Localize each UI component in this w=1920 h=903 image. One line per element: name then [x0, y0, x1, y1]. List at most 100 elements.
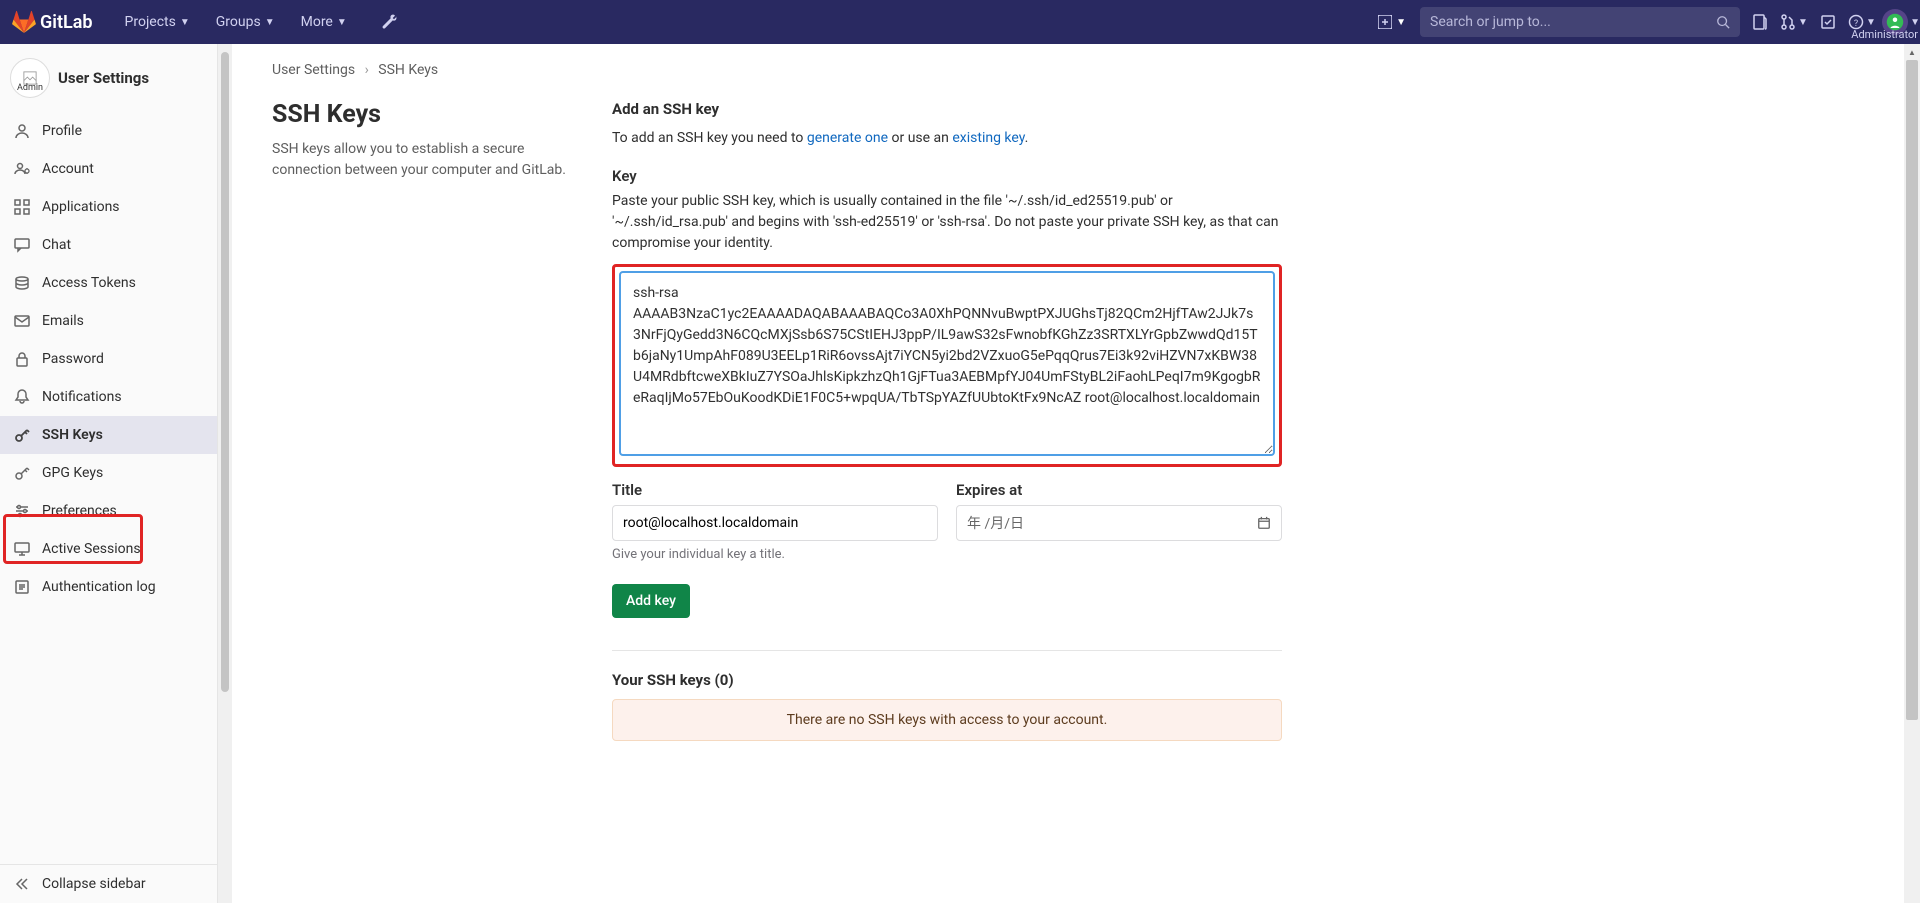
- scrollbar-thumb[interactable]: [221, 52, 229, 692]
- sidebar-header: Admin User Settings: [0, 44, 217, 112]
- create-new-dropdown[interactable]: ▼: [1370, 11, 1414, 33]
- collapse-label: Collapse sidebar: [42, 876, 146, 892]
- sidebar-item-label: Authentication log: [42, 579, 156, 595]
- breadcrumb-parent[interactable]: User Settings: [272, 62, 355, 78]
- plus-square-icon: [1378, 15, 1392, 29]
- sidebar-item-password[interactable]: Password: [0, 340, 217, 378]
- list-icon: [14, 579, 30, 595]
- todos-shortcut[interactable]: [1814, 14, 1842, 30]
- chevron-down-icon: ▼: [265, 17, 275, 28]
- nav-groups[interactable]: Groups ▼: [206, 8, 285, 36]
- user-icon: [14, 123, 30, 139]
- admin-wrench-button[interactable]: [371, 8, 407, 36]
- chevron-down-icon: ▼: [180, 17, 190, 28]
- sidebar-item-label: Emails: [42, 313, 84, 329]
- search-input[interactable]: [1430, 14, 1708, 30]
- brand-text: GitLab: [40, 12, 93, 33]
- expires-field: Expires at 年 /月/日: [956, 481, 1282, 562]
- title-help: Give your individual key a title.: [612, 547, 938, 562]
- chevron-down-icon: ▼: [337, 17, 347, 28]
- keys-list-heading: Your SSH keys (0): [612, 671, 1282, 689]
- sidebar-item-gpg-keys[interactable]: GPG Keys: [0, 454, 217, 492]
- date-placeholder: 年 /月/日: [967, 513, 1024, 533]
- chevron-down-icon: ▼: [1798, 17, 1808, 28]
- topbar: GitLab Projects ▼ Groups ▼ More ▼ ▼: [0, 0, 1920, 44]
- issues-icon: [1752, 14, 1768, 30]
- sidebar-item-profile[interactable]: Profile: [0, 112, 217, 150]
- title-field: Title Give your individual key a title.: [612, 481, 938, 562]
- sidebar-item-ssh-keys[interactable]: SSH Keys: [0, 416, 217, 454]
- sidebar-item-chat[interactable]: Chat: [0, 226, 217, 264]
- user-label: Administrator: [1851, 28, 1918, 41]
- page-description: SSH keys allow you to establish a secure…: [272, 139, 572, 181]
- sidebar-item-label: SSH Keys: [42, 427, 103, 443]
- mail-icon: [14, 313, 30, 329]
- sidebar-item-notifications[interactable]: Notifications: [0, 378, 217, 416]
- merge-request-icon: [1780, 14, 1796, 30]
- issues-shortcut[interactable]: [1746, 14, 1774, 30]
- chevron-down-icon: ▼: [1910, 17, 1920, 28]
- sidebar-title: User Settings: [58, 69, 149, 87]
- search-box[interactable]: [1420, 7, 1740, 37]
- page-header: SSH Keys SSH keys allow you to establish…: [272, 100, 572, 741]
- title-input[interactable]: [612, 505, 938, 541]
- key-label: Key: [612, 167, 1282, 185]
- chevron-down-icon: ▼: [1866, 17, 1876, 28]
- sidebar-item-preferences[interactable]: Preferences: [0, 492, 217, 530]
- ssh-key-textarea[interactable]: [619, 271, 1275, 456]
- sidebar-item-label: Preferences: [42, 503, 117, 519]
- sidebar-items: Profile Account Applications Chat Access…: [0, 112, 217, 864]
- lock-icon: [14, 351, 30, 367]
- breadcrumb-current: SSH Keys: [378, 62, 438, 78]
- sidebar-item-applications[interactable]: Applications: [0, 188, 217, 226]
- add-key-heading: Add an SSH key: [612, 100, 1282, 118]
- sidebar-item-account[interactable]: Account: [0, 150, 217, 188]
- nav-more[interactable]: More ▼: [291, 8, 357, 36]
- wrench-icon: [381, 14, 397, 30]
- generate-link[interactable]: generate one: [807, 130, 888, 146]
- collapse-sidebar-button[interactable]: Collapse sidebar: [0, 864, 217, 903]
- bell-icon: [14, 389, 30, 405]
- topbar-right: ▼ ▼ ? ▼ ▼: [1370, 7, 1908, 37]
- apps-icon: [14, 199, 30, 215]
- topbar-left: GitLab Projects ▼ Groups ▼ More ▼: [12, 8, 407, 36]
- sidebar-item-label: Notifications: [42, 389, 122, 405]
- sidebar-scrollbar[interactable]: [218, 44, 232, 903]
- chevron-double-left-icon: [14, 876, 30, 892]
- sidebar-item-label: Password: [42, 351, 104, 367]
- intro-text: To add an SSH key you need to: [612, 130, 807, 146]
- scroll-up-icon[interactable]: ▲: [1904, 44, 1920, 60]
- sidebar-item-label: Applications: [42, 199, 120, 215]
- nav-groups-label: Groups: [216, 14, 261, 30]
- chat-icon: [14, 237, 30, 253]
- expires-input[interactable]: 年 /月/日: [956, 505, 1282, 541]
- divider: [612, 650, 1282, 651]
- empty-keys-alert: There are no SSH keys with access to you…: [612, 699, 1282, 741]
- expires-label: Expires at: [956, 481, 1282, 499]
- sidebar-item-access-tokens[interactable]: Access Tokens: [0, 264, 217, 302]
- intro-text: .: [1025, 130, 1029, 146]
- sidebar-avatar-alt: Admin: [17, 83, 43, 93]
- monitor-icon: [14, 541, 30, 557]
- nav-more-label: More: [301, 14, 333, 30]
- chevron-down-icon: ▼: [1396, 17, 1406, 28]
- form-column: Add an SSH key To add an SSH key you nee…: [612, 100, 1282, 741]
- sidebar-item-auth-log[interactable]: Authentication log: [0, 568, 217, 606]
- existing-key-link[interactable]: existing key: [952, 130, 1024, 146]
- sidebar-item-emails[interactable]: Emails: [0, 302, 217, 340]
- page-scrollbar[interactable]: ▲: [1904, 44, 1920, 903]
- sidebar-item-label: Chat: [42, 237, 71, 253]
- scrollbar-thumb[interactable]: [1906, 60, 1918, 720]
- sidebar-item-active-sessions[interactable]: Active Sessions: [0, 530, 217, 568]
- sidebar-item-label: Account: [42, 161, 94, 177]
- merge-requests-shortcut[interactable]: ▼: [1780, 14, 1808, 30]
- sidebar-item-label: Active Sessions: [42, 541, 141, 557]
- add-key-button[interactable]: Add key: [612, 584, 690, 618]
- nav-projects[interactable]: Projects ▼: [115, 8, 200, 36]
- add-key-intro: To add an SSH key you need to generate o…: [612, 128, 1282, 149]
- gitlab-icon: [12, 10, 36, 34]
- key-icon: [14, 427, 30, 443]
- sidebar-item-label: GPG Keys: [42, 465, 103, 481]
- search-icon: [1716, 15, 1730, 29]
- gitlab-logo[interactable]: GitLab: [12, 10, 93, 34]
